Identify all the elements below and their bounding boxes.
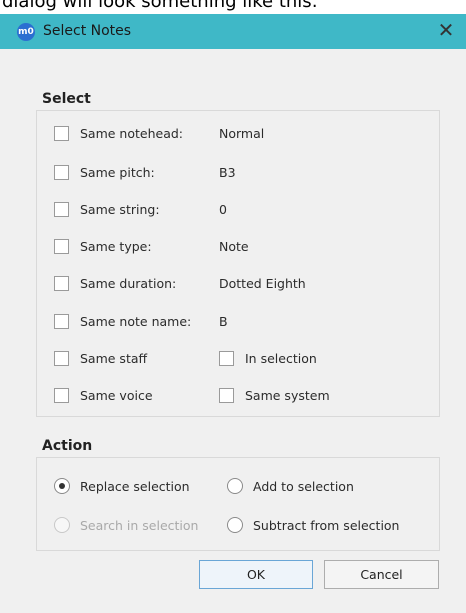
same-voice-checkbox[interactable] (54, 388, 69, 403)
same-duration-label: Same duration: (80, 276, 177, 291)
subtract-from-selection-radio[interactable] (227, 517, 243, 533)
same-system-checkbox[interactable] (219, 388, 234, 403)
in-selection-checkbox[interactable] (219, 351, 234, 366)
same-duration-checkbox[interactable] (54, 276, 69, 291)
window-title: Select Notes (43, 23, 132, 39)
select-group-title: Select (42, 91, 91, 107)
search-in-selection-label: Search in selection (80, 518, 199, 533)
same-pitch-value: B3 (219, 165, 236, 180)
close-button[interactable]: ✕ (426, 14, 466, 49)
add-to-selection-radio[interactable] (227, 478, 243, 494)
search-in-selection-radio (54, 517, 70, 533)
same-notehead-label: Same notehead: (80, 126, 184, 141)
title-bar: m0 Select Notes ✕ (0, 14, 466, 49)
action-group-title: Action (42, 438, 93, 454)
same-notehead-value: Normal (219, 126, 265, 141)
add-to-selection-label: Add to selection (253, 479, 354, 494)
action-group: Replace selection Add to selection Searc… (36, 457, 440, 551)
same-staff-label: Same staff (80, 351, 148, 366)
ok-button[interactable]: OK (199, 560, 313, 589)
same-note-name-label: Same note name: (80, 314, 192, 329)
same-string-label: Same string: (80, 202, 160, 217)
same-note-name-checkbox[interactable] (54, 314, 69, 329)
same-notehead-checkbox[interactable] (54, 126, 69, 141)
page-caption: dialog will look something like this: (0, 0, 466, 14)
same-pitch-label: Same pitch: (80, 165, 155, 180)
replace-selection-radio[interactable] (54, 478, 70, 494)
same-pitch-checkbox[interactable] (54, 165, 69, 180)
in-selection-label: In selection (245, 351, 317, 366)
subtract-from-selection-label: Subtract from selection (253, 518, 400, 533)
same-voice-label: Same voice (80, 388, 153, 403)
caption-text: dialog will look something like this: (2, 0, 318, 12)
same-string-value: 0 (219, 202, 227, 217)
same-system-label: Same system (245, 388, 330, 403)
same-string-checkbox[interactable] (54, 202, 69, 217)
select-group: Same notehead: Normal Same pitch: B3 Sam… (36, 110, 440, 417)
same-duration-value: Dotted Eighth (219, 276, 306, 291)
same-type-value: Note (219, 239, 249, 254)
same-type-checkbox[interactable] (54, 239, 69, 254)
cancel-button[interactable]: Cancel (324, 560, 439, 589)
same-note-name-value: B (219, 314, 228, 329)
select-notes-dialog: m0 Select Notes ✕ Select Same notehead: … (0, 14, 466, 613)
same-staff-checkbox[interactable] (54, 351, 69, 366)
replace-selection-label: Replace selection (80, 479, 190, 494)
musescore-app-icon: m0 (17, 23, 35, 41)
same-type-label: Same type: (80, 239, 152, 254)
